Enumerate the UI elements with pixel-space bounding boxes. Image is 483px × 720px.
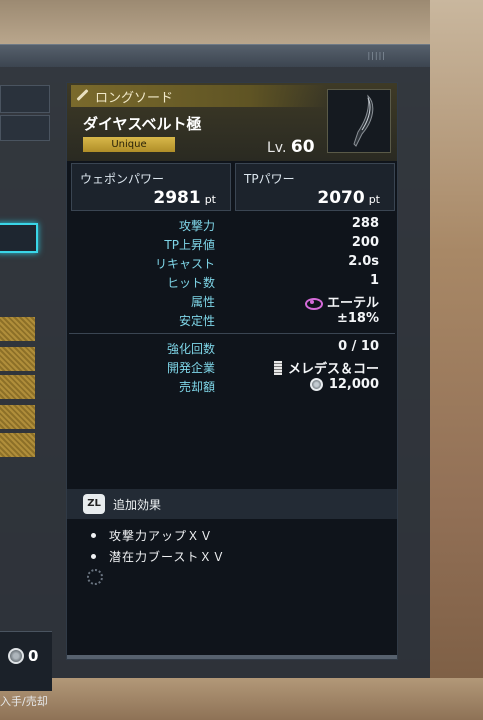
sell-price: 12,000	[328, 377, 379, 392]
background-ground	[0, 678, 483, 720]
info-label: 強化回数	[166, 342, 215, 356]
info-row: 売却額 12,000	[67, 376, 397, 395]
list-filter[interactable]	[0, 115, 50, 141]
effect-item: 潜在力ブーストＸＶ	[91, 548, 225, 569]
stats-divider	[69, 333, 395, 334]
weapon-power-value: 2981 pt	[153, 188, 216, 208]
effect-item: 攻撃力アップＸＶ	[91, 527, 225, 548]
tp-power-value: 2070 pt	[317, 188, 380, 208]
weapon-category: ロングソード	[71, 85, 327, 107]
level-value: 60	[290, 137, 315, 157]
weapon-detail-panel: ロングソード ダイヤスベルト極 Unique Lv. 60 ウェポンパワー 29…	[66, 82, 398, 660]
stat-label: 攻撃力	[178, 219, 215, 233]
coin-icon	[8, 648, 24, 664]
info-label: 開発企業	[166, 361, 215, 375]
list-header	[0, 85, 50, 113]
background-terrain	[430, 0, 483, 720]
maker-logo-icon	[273, 360, 282, 375]
list-selected-item[interactable]	[0, 223, 38, 253]
weapon-level: Lv. 60	[267, 137, 315, 157]
stat-value: 200	[351, 235, 379, 250]
list-item[interactable]	[0, 405, 35, 429]
list-item[interactable]	[0, 317, 35, 341]
weapon-thumbnail	[327, 89, 391, 153]
footer-action-label[interactable]: 入手/売却	[0, 693, 48, 709]
weapon-name: ダイヤスベルト極	[83, 115, 202, 133]
zl-button-icon[interactable]: ZL	[83, 494, 105, 514]
info-row: 開発企業 メレデス＆コー	[67, 357, 397, 377]
weapon-category-label: ロングソード	[95, 90, 174, 106]
item-list-panel: 0 入手/売却	[0, 85, 52, 711]
money-amount: 0	[28, 647, 39, 665]
background-sky	[0, 0, 483, 44]
tp-power-label: TPパワー	[244, 172, 295, 186]
stat-row: 安定性 ±18%	[67, 310, 397, 329]
panel-bottom-bar	[67, 655, 397, 659]
info-value: 0 / 10	[338, 339, 379, 354]
empty-effect-slot-icon	[87, 569, 103, 585]
stat-row: 攻撃力 288	[67, 215, 397, 234]
attribute-value: エーテル	[326, 296, 379, 311]
stat-row: リキャスト 2.0s	[67, 253, 397, 272]
tp-power-box: TPパワー 2070 pt	[235, 163, 395, 211]
stat-value: 1	[369, 273, 379, 288]
rarity-badge: Unique	[83, 137, 175, 152]
weapon-power-label: ウェポンパワー	[80, 172, 165, 186]
weapon-header: ロングソード ダイヤスベルト極 Unique Lv. 60	[67, 83, 397, 161]
title-bar-decoration: |||||	[367, 51, 386, 60]
list-item[interactable]	[0, 347, 35, 371]
ether-icon	[304, 297, 323, 310]
stat-value-attribute: エーテル	[304, 292, 379, 311]
coin-icon	[309, 378, 323, 391]
longsword-icon	[75, 89, 89, 103]
money-display: 0	[8, 647, 38, 665]
stat-label: ヒット数	[166, 276, 215, 290]
stat-row: ヒット数 1	[67, 272, 397, 291]
extra-effects-header: ZL 追加効果	[67, 489, 397, 519]
stat-label: TP上昇値	[164, 238, 215, 252]
stat-value: ±18%	[336, 311, 379, 326]
stat-label: 属性	[190, 295, 215, 309]
stat-value: 2.0s	[348, 254, 379, 269]
list-item[interactable]	[0, 433, 35, 457]
info-label: 売却額	[178, 380, 215, 394]
sell-price-value: 12,000	[309, 377, 379, 392]
blade-image-icon	[353, 94, 374, 147]
level-label: Lv.	[267, 140, 287, 156]
stat-row: TP上昇値 200	[67, 234, 397, 253]
manufacturer-value: メレデス＆コー	[273, 358, 379, 377]
manufacturer-name: メレデス＆コー	[287, 362, 379, 377]
stat-label: リキャスト	[154, 257, 215, 271]
window-title-bar: |||||	[0, 45, 430, 67]
weapon-stats: 攻撃力 288 TP上昇値 200 リキャスト 2.0s ヒット数 1 属性 エ…	[67, 215, 397, 395]
extra-effects-title: 追加効果	[113, 497, 162, 512]
list-item[interactable]	[0, 375, 35, 399]
stat-row: 属性 エーテル	[67, 291, 397, 311]
stat-value: 288	[351, 216, 379, 231]
extra-effects-list: 攻撃力アップＸＶ 潜在力ブーストＸＶ	[91, 527, 225, 569]
info-row: 強化回数 0 / 10	[67, 338, 397, 357]
stat-label: 安定性	[178, 314, 215, 328]
weapon-power-box: ウェポンパワー 2981 pt	[71, 163, 231, 211]
